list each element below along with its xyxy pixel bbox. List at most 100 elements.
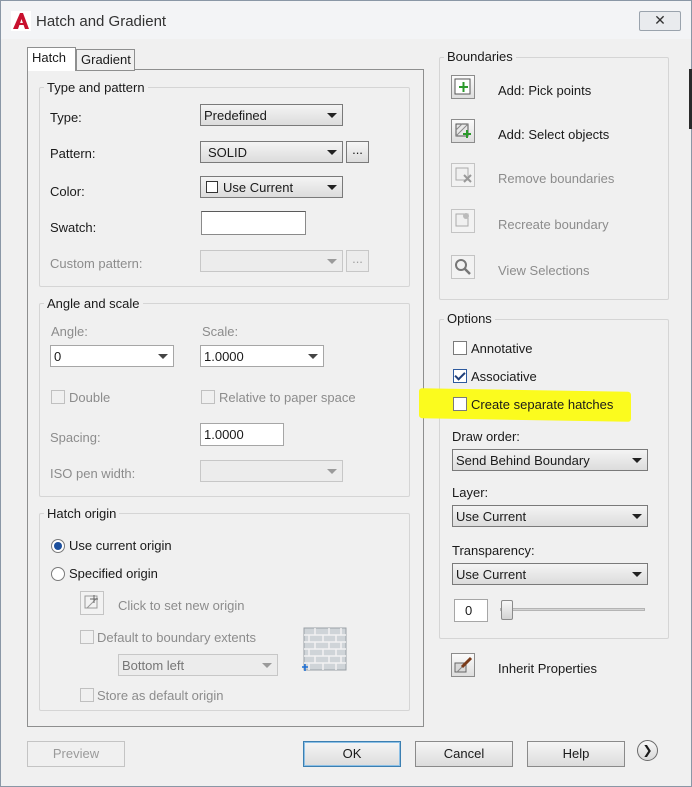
layer-select[interactable]: Use Current [452,505,648,527]
swatch-preview[interactable] [201,211,306,235]
tab-gradient[interactable]: Gradient [76,49,135,71]
annotative-label: Annotative [471,341,533,356]
close-button[interactable]: ✕ [639,11,681,31]
tab-gradient-label: Gradient [81,52,131,67]
angle-scale-group-label: Angle and scale [44,296,143,311]
store-default-origin-checkbox[interactable] [80,688,94,702]
set-origin-button[interactable] [80,591,104,615]
angle-select-value: 0 [54,349,62,364]
chevron-down-icon [262,663,272,668]
relative-paper-space-checkbox[interactable] [201,390,215,404]
pattern-label: Pattern: [50,146,96,161]
click-set-origin-label: Click to set new origin [118,598,245,613]
add-select-objects-button[interactable] [451,119,475,143]
magnifier-icon [455,259,471,275]
cancel-button[interactable]: Cancel [415,741,513,767]
tab-hatch-label: Hatch [32,50,66,65]
window-title: Hatch and Gradient [36,13,167,30]
draw-order-select[interactable]: Send Behind Boundary [452,449,648,471]
view-selections-label: View Selections [498,263,590,278]
transparency-select[interactable]: Use Current [452,563,648,585]
recreate-boundary-button[interactable] [451,209,475,233]
custom-pattern-browse-button[interactable]: ... [346,250,369,272]
iso-pen-width-select[interactable] [200,460,343,482]
transparency-slider-track[interactable] [500,608,645,611]
recreate-boundary-icon [455,213,469,227]
angle-label: Angle: [51,324,88,339]
chevron-down-icon [327,469,337,474]
layer-value: Use Current [456,509,527,524]
add-pick-points-label: Add: Pick points [498,83,592,98]
type-pattern-group-label: Type and pattern [44,80,148,95]
annotative-checkbox[interactable] [453,341,467,355]
color-select-value: Use Current [223,180,294,195]
spacing-label: Spacing: [50,430,101,445]
associative-checkbox[interactable] [453,369,467,383]
double-label: Double [69,390,111,405]
angle-select[interactable]: 0 [50,345,174,367]
custom-pattern-label: Custom pattern: [50,256,143,271]
help-button[interactable]: Help [527,741,625,767]
view-selections-button[interactable] [451,255,475,279]
spacing-input[interactable]: 1.0000 [200,423,284,446]
color-swatch-icon [206,181,218,193]
remove-boundaries-button[interactable] [451,163,475,187]
store-default-origin-label: Store as default origin [97,688,224,703]
type-select[interactable]: Predefined [200,104,343,126]
use-current-origin-radio[interactable] [51,539,65,553]
type-label: Type: [50,110,82,125]
pattern-select[interactable]: SOLID [200,141,343,163]
separate-hatches-checkbox[interactable] [453,397,467,411]
chevron-down-icon [327,150,337,155]
inherit-properties-label: Inherit Properties [498,661,597,676]
title-bar: Hatch and Gradient ✕ [1,1,691,39]
transparency-slider-thumb[interactable] [501,600,513,620]
pattern-select-value: SOLID [208,145,248,160]
origin-position-select[interactable]: Bottom left [118,654,278,676]
preview-button[interactable]: Preview [27,741,125,767]
options-group-label: Options [444,311,495,326]
hatch-origin-group-label: Hatch origin [44,506,120,521]
options-group [439,319,669,639]
transparency-label: Transparency: [452,543,535,558]
default-extents-checkbox[interactable] [80,630,94,644]
draw-order-value: Send Behind Boundary [456,453,590,468]
origin-position-value: Bottom left [122,658,185,673]
chevron-down-icon [632,514,642,519]
chevron-down-icon [327,259,337,264]
more-options-button[interactable]: ❯ [637,740,658,761]
select-objects-icon [455,123,471,138]
transparency-amount-input[interactable]: 0 [454,599,488,622]
default-extents-label: Default to boundary extents [97,630,256,645]
pick-points-icon [454,78,471,95]
scale-select[interactable]: 1.0000 [200,345,324,367]
add-select-objects-label: Add: Select objects [498,127,610,142]
double-checkbox[interactable] [51,390,65,404]
use-current-origin-label: Use current origin [69,538,172,553]
relative-paper-space-label: Relative to paper space [219,390,356,405]
chevron-down-icon [308,354,318,359]
remove-boundaries-icon [455,167,472,183]
scale-label: Scale: [202,324,239,339]
specified-origin-label: Specified origin [69,566,158,581]
custom-pattern-select[interactable] [200,250,343,272]
chevron-down-icon [327,113,337,118]
transparency-value: Use Current [456,567,527,582]
color-select[interactable]: Use Current [200,176,343,198]
close-icon: ✕ [654,12,666,28]
chevron-down-icon [158,354,168,359]
brick-origin-preview-icon [302,627,347,671]
draw-order-label: Draw order: [452,429,520,444]
autocad-app-icon [11,11,31,31]
add-pick-points-button[interactable] [451,75,475,99]
chevron-right-icon: ❯ [642,743,653,757]
iso-pen-width-label: ISO pen width: [50,466,136,481]
pattern-browse-button[interactable]: ... [346,141,369,163]
tab-hatch[interactable]: Hatch [27,47,76,71]
ok-button[interactable]: OK [303,741,401,767]
remove-boundaries-label: Remove boundaries [498,171,615,186]
inherit-properties-button[interactable] [451,653,475,677]
specified-origin-radio[interactable] [51,567,65,581]
crosshair-icon [84,595,98,609]
hatch-gradient-dialog: Hatch and Gradient ✕ Hatch Gradient Type… [0,0,692,787]
